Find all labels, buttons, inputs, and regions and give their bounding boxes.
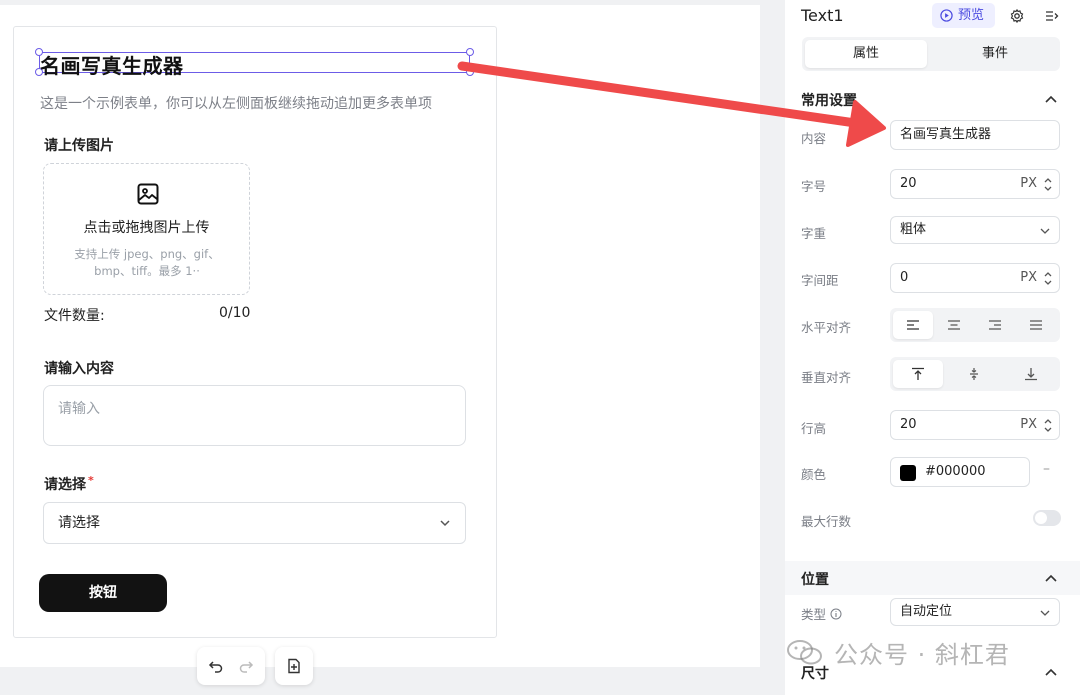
redo-icon[interactable] xyxy=(238,658,254,674)
chevron-down-icon xyxy=(1040,228,1050,234)
letter-spacing-input[interactable]: 0 PX xyxy=(890,263,1060,293)
font-weight-value: 粗体 xyxy=(900,222,927,237)
add-page-toolbar xyxy=(275,647,313,685)
component-name: Text1 xyxy=(801,6,844,25)
letter-spacing-label: 字间距 xyxy=(801,273,839,288)
align-center-icon xyxy=(948,320,960,330)
v-align-group xyxy=(890,357,1060,391)
color-input[interactable]: #000000 xyxy=(890,457,1030,487)
v-align-label: 垂直对齐 xyxy=(801,370,852,385)
font-size-value: 20 xyxy=(900,176,917,191)
font-weight-select[interactable]: 粗体 xyxy=(890,216,1060,244)
select-label: 请选择 * xyxy=(44,474,94,494)
file-count-value: 0/10 xyxy=(219,305,251,321)
letter-spacing-value: 0 xyxy=(900,270,909,285)
content-label: 内容 xyxy=(801,131,827,146)
max-lines-toggle[interactable] xyxy=(1033,510,1061,526)
font-size-unit: PX xyxy=(1020,176,1037,191)
section-title: 常用设置 xyxy=(801,93,857,109)
preview-label: 预览 xyxy=(958,8,985,23)
tab-properties[interactable]: 属性 xyxy=(805,40,927,68)
align-right-icon xyxy=(989,320,1001,330)
image-icon xyxy=(137,183,159,205)
history-toolbar xyxy=(197,647,265,685)
chevron-up-icon xyxy=(1045,574,1057,582)
align-middle-icon xyxy=(970,368,978,380)
resize-handle-tr[interactable] xyxy=(466,48,474,56)
font-weight-label: 字重 xyxy=(801,226,827,241)
align-middle-button[interactable] xyxy=(949,360,999,388)
section-title: 位置 xyxy=(801,572,829,588)
upload-hint-text: 支持上传 jpeg、png、gif、bmp、tiff。最多 1·· xyxy=(74,247,220,278)
h-align-group xyxy=(890,308,1060,342)
align-center-button[interactable] xyxy=(934,311,974,339)
align-left-button[interactable] xyxy=(893,311,933,339)
preview-button[interactable]: 预览 xyxy=(932,3,995,28)
color-clear-icon[interactable]: – xyxy=(1043,461,1050,477)
chevron-up-icon xyxy=(1045,668,1057,676)
content-value: 名画写真生成器 xyxy=(900,127,992,142)
required-mark: * xyxy=(88,474,94,487)
line-height-input[interactable]: 20 PX xyxy=(890,410,1060,440)
submit-button[interactable]: 按钮 xyxy=(39,574,167,612)
section-position[interactable]: 位置 xyxy=(785,561,1080,595)
align-right-button[interactable] xyxy=(975,311,1015,339)
content-textarea[interactable]: 请输入 xyxy=(43,385,466,446)
option-select[interactable]: 请选择 xyxy=(43,502,466,544)
position-type-select[interactable]: 自动定位 xyxy=(890,598,1060,626)
align-justify-button[interactable] xyxy=(1016,311,1056,339)
form-title-text[interactable]: 名画写真生成器 xyxy=(40,50,184,79)
chevron-down-icon xyxy=(1040,610,1050,616)
color-label: 颜色 xyxy=(801,467,827,482)
play-circle-icon xyxy=(940,9,953,22)
align-bottom-icon xyxy=(1025,368,1037,381)
align-justify-icon xyxy=(1030,320,1042,330)
letter-spacing-unit: PX xyxy=(1020,270,1037,285)
stepper-icon[interactable] xyxy=(1043,271,1053,286)
image-upload-dropzone[interactable]: 点击或拖拽图片上传 支持上传 jpeg、png、gif、bmp、tiff。最多 … xyxy=(43,163,250,295)
wechat-icon xyxy=(787,640,822,665)
resize-handle-br[interactable] xyxy=(466,68,474,76)
position-type-label: 类型 xyxy=(801,604,842,623)
font-size-label: 字号 xyxy=(801,179,827,194)
info-icon[interactable] xyxy=(830,608,842,620)
form-card xyxy=(13,26,497,638)
property-panel: Text1 预览 属性 事件 常用设置 内容 名画写真生成器 字号 20 PX … xyxy=(785,0,1080,695)
line-height-label: 行高 xyxy=(801,421,827,436)
stepper-icon[interactable] xyxy=(1043,177,1053,192)
content-input[interactable]: 名画写真生成器 xyxy=(890,120,1060,150)
align-left-icon xyxy=(907,320,919,330)
select-value: 请选择 xyxy=(58,515,100,531)
form-description: 这是一个示例表单，你可以从左侧面板继续拖动追加更多表单项 xyxy=(40,96,432,112)
color-value: #000000 xyxy=(925,464,986,479)
align-bottom-button[interactable] xyxy=(1005,360,1057,388)
file-count-label: 文件数量: xyxy=(44,308,105,324)
line-height-unit: PX xyxy=(1020,417,1037,432)
add-page-icon[interactable] xyxy=(286,658,302,674)
color-swatch[interactable] xyxy=(900,465,916,481)
h-align-label: 水平对齐 xyxy=(801,320,852,335)
upload-label: 请上传图片 xyxy=(44,138,114,154)
upload-main-text: 点击或拖拽图片上传 xyxy=(83,220,210,236)
position-type-text: 类型 xyxy=(801,607,827,622)
textarea-label: 请输入内容 xyxy=(44,361,114,377)
align-top-icon xyxy=(912,367,924,380)
panel-tabs: 属性 事件 xyxy=(802,37,1060,71)
tab-events[interactable]: 事件 xyxy=(933,40,1057,68)
stepper-icon[interactable] xyxy=(1043,418,1053,433)
line-height-value: 20 xyxy=(900,417,917,432)
position-type-value: 自动定位 xyxy=(900,604,953,619)
align-top-button[interactable] xyxy=(893,360,943,388)
gear-icon[interactable] xyxy=(1009,8,1025,24)
collapse-panel-icon[interactable] xyxy=(1044,8,1060,24)
select-label-text: 请选择 xyxy=(44,477,86,493)
section-common-settings[interactable]: 常用设置 xyxy=(785,82,1080,116)
chevron-down-icon xyxy=(440,520,450,527)
watermark-text: 公众号 · 斜杠君 xyxy=(834,641,1010,669)
section-title: 尺寸 xyxy=(801,666,829,682)
max-lines-label: 最大行数 xyxy=(801,514,852,529)
font-size-input[interactable]: 20 PX xyxy=(890,169,1060,199)
chevron-up-icon xyxy=(1045,95,1057,103)
undo-icon[interactable] xyxy=(208,658,224,674)
